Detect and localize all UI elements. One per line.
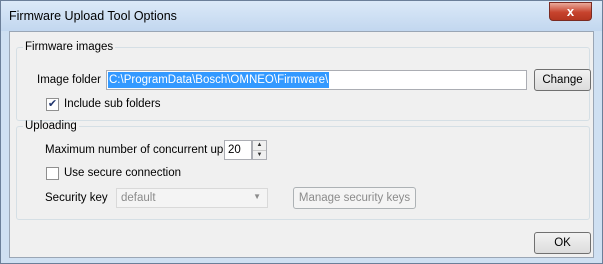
change-button[interactable]: Change xyxy=(534,69,591,91)
dialog-window: Firmware Upload Tool Options x Firmware … xyxy=(0,0,603,264)
firmware-images-legend: Firmware images xyxy=(25,41,114,53)
max-uploads-input[interactable]: 20 xyxy=(224,140,252,160)
include-sub-folders-checkbox[interactable]: ✔ xyxy=(46,98,59,111)
spin-up-icon[interactable]: ▲ xyxy=(253,141,266,150)
security-key-select[interactable]: default ▼ xyxy=(116,188,268,208)
image-folder-label: Image folder xyxy=(37,74,101,86)
secure-connection-label: Use secure connection xyxy=(64,167,181,179)
spin-down-icon[interactable]: ▼ xyxy=(253,150,266,160)
uploading-legend: Uploading xyxy=(25,120,77,132)
window-title: Firmware Upload Tool Options xyxy=(9,9,177,23)
close-icon[interactable]: x xyxy=(549,2,592,21)
max-uploads-label: Maximum number of concurrent uploads xyxy=(45,144,251,156)
include-sub-folders-label: Include sub folders xyxy=(64,98,161,110)
security-key-label: Security key xyxy=(45,192,108,204)
dialog-body: Firmware images Image folder C:\ProgramD… xyxy=(9,31,594,258)
ok-button[interactable]: OK xyxy=(534,232,591,254)
title-bar[interactable]: Firmware Upload Tool Options x xyxy=(1,1,602,31)
image-folder-value: C:\ProgramData\Bosch\OMNEO\Firmware\ xyxy=(108,72,330,88)
security-key-value: default xyxy=(121,192,156,204)
image-folder-input[interactable]: C:\ProgramData\Bosch\OMNEO\Firmware\ xyxy=(106,70,527,90)
secure-connection-checkbox[interactable] xyxy=(46,167,59,180)
manage-security-keys-button[interactable]: Manage security keys xyxy=(293,187,416,209)
chevron-down-icon: ▼ xyxy=(253,192,261,201)
max-uploads-spinner[interactable]: ▲ ▼ xyxy=(252,140,267,160)
